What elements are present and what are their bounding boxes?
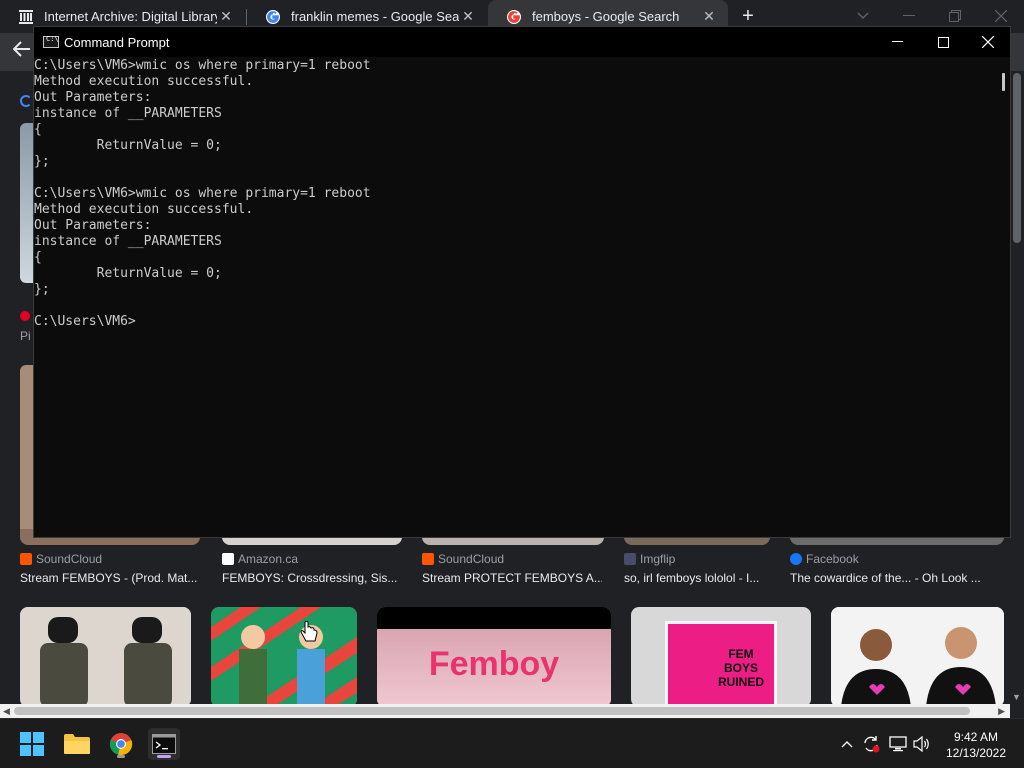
scroll-right-icon[interactable]: ▶ <box>998 704 1005 718</box>
result-caption[interactable]: The cowardice of the... - Oh Look ... <box>790 571 1000 585</box>
source-label: SoundCloud <box>438 552 505 566</box>
sync-icon[interactable] <box>862 735 880 753</box>
hand-cursor-icon <box>300 620 318 648</box>
amazon-icon <box>222 553 234 565</box>
minimize-icon[interactable] <box>897 4 921 28</box>
tab-label: franklin memes - Google Search <box>291 9 459 24</box>
start-icon[interactable] <box>16 728 48 760</box>
result-caption[interactable]: Stream FEMBOYS - (Prod. Mat... <box>20 571 200 585</box>
google-lens-icon[interactable] <box>20 95 32 107</box>
result-caption[interactable]: Stream PROTECT FEMBOYS A... <box>422 571 602 585</box>
source-label: Facebook <box>806 552 859 566</box>
imgflip-icon <box>624 553 636 565</box>
volume-icon[interactable] <box>913 735 931 753</box>
command-prompt-window[interactable]: C:\ Command Prompt C:\Users\VM6>wmic os … <box>33 26 1011 538</box>
running-indicator <box>157 755 171 758</box>
console-area[interactable]: C:\Users\VM6>wmic os where primary=1 reb… <box>34 57 1002 537</box>
result-source[interactable]: Amazon.ca <box>222 552 298 566</box>
google-icon <box>506 9 522 25</box>
image-text: Femboy <box>428 645 560 683</box>
restore-icon[interactable] <box>943 4 967 28</box>
result-source: Pi <box>20 329 31 343</box>
soundcloud-icon <box>422 553 434 565</box>
desktop: Internet Archive: Digital Library o ✕ fr… <box>0 0 1024 768</box>
console-output: C:\Users\VM6>wmic os where primary=1 reb… <box>34 58 371 329</box>
minimize-icon[interactable] <box>874 27 920 57</box>
close-icon[interactable]: ✕ <box>217 8 235 26</box>
result-caption[interactable]: so, irl femboys lololol - I... <box>624 571 770 585</box>
terminal-icon[interactable] <box>148 728 180 760</box>
result-caption[interactable]: FEMBOYS: Crossdressing, Sis... <box>222 571 400 585</box>
cmd-icon: C:\ <box>43 35 59 48</box>
console-scrollbar[interactable] <box>1000 57 1010 537</box>
scroll-down-icon[interactable]: ▼ <box>1012 692 1021 702</box>
scroll-thumb[interactable] <box>1013 73 1021 243</box>
scroll-left-icon[interactable]: ◀ <box>3 704 10 718</box>
file-explorer-icon[interactable] <box>61 728 93 760</box>
google-icon <box>265 9 281 25</box>
result-image[interactable] <box>20 607 191 704</box>
archive-icon <box>18 9 34 25</box>
running-indicator <box>117 755 125 758</box>
pinterest-icon <box>20 311 30 321</box>
close-icon[interactable] <box>965 27 1011 57</box>
clock-time: 9:42 AM <box>953 730 999 744</box>
cmd-titlebar[interactable]: C:\ Command Prompt <box>34 27 1010 57</box>
chrome-icon[interactable] <box>105 728 137 760</box>
result-image[interactable]: FEM BOYS RUINED <box>631 607 811 704</box>
source-label: Imgflip <box>640 552 676 566</box>
system-clock[interactable]: 9:42 AM 12/13/2022 <box>940 729 1012 761</box>
result-image[interactable] <box>831 607 1004 704</box>
window-title: Command Prompt <box>64 35 170 50</box>
close-icon[interactable] <box>989 4 1013 28</box>
result-image[interactable] <box>211 607 357 704</box>
result-source[interactable]: SoundCloud <box>422 552 504 566</box>
taskbar: 9:42 AM 12/13/2022 <box>0 718 1024 768</box>
image-text: FEM BOYS RUINED <box>717 647 764 689</box>
result-image[interactable] <box>20 123 34 283</box>
result-source[interactable]: Imgflip <box>624 552 675 566</box>
tab-label: Internet Archive: Digital Library o <box>44 9 217 24</box>
chevron-up-icon[interactable] <box>838 735 856 753</box>
source-label: SoundCloud <box>36 552 103 566</box>
result-source[interactable]: Facebook <box>790 552 859 566</box>
result-source[interactable]: SoundCloud <box>20 552 102 566</box>
maximize-icon[interactable] <box>920 27 966 57</box>
source-label: Amazon.ca <box>238 552 299 566</box>
soundcloud-icon <box>20 553 32 565</box>
chevron-down-icon[interactable] <box>851 4 875 28</box>
close-icon[interactable]: ✕ <box>459 8 477 26</box>
back-arrow-icon[interactable] <box>10 40 34 64</box>
close-icon[interactable]: ✕ <box>700 8 718 26</box>
scroll-thumb[interactable] <box>14 707 970 715</box>
result-image[interactable]: Femboy <box>377 607 611 704</box>
tab-label: femboys - Google Search <box>532 9 680 24</box>
page-vertical-scrollbar[interactable]: ▼ <box>1010 71 1024 704</box>
result-image[interactable] <box>20 365 34 543</box>
clock-date: 12/13/2022 <box>945 746 1007 760</box>
page-horizontal-scrollbar[interactable]: ◀ ▶ <box>0 704 1010 718</box>
facebook-icon <box>790 553 802 565</box>
scroll-thumb[interactable] <box>1002 73 1005 91</box>
network-icon[interactable] <box>889 735 907 753</box>
